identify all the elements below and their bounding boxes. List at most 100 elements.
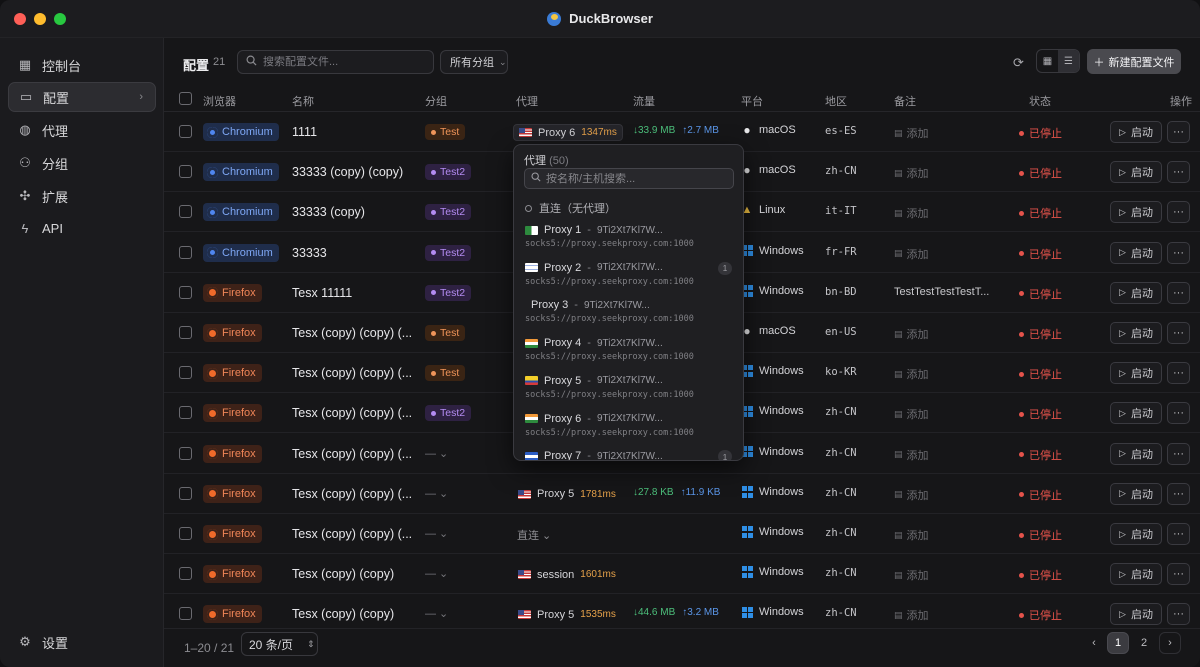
group-badge[interactable]: Test2 — [425, 284, 472, 301]
note-cell[interactable]: ▤ 添加 — [894, 487, 929, 503]
note-cell[interactable]: ▤ 添加 — [894, 567, 929, 583]
launch-button[interactable]: ▷ 启动 — [1110, 161, 1162, 184]
next-page-button[interactable]: › — [1159, 632, 1181, 654]
launch-button[interactable]: ▷ 启动 — [1110, 121, 1162, 143]
search-input[interactable] — [263, 56, 423, 68]
proxy-select[interactable]: Proxy 6 1347ms — [513, 124, 623, 141]
close-window-button[interactable] — [14, 13, 26, 25]
proxy-option[interactable]: Proxy 3-9Ti2Xt7Kl7W... socks5://proxy.see… — [514, 299, 743, 336]
sidebar-item-5[interactable]: ϟ API — [8, 213, 156, 243]
more-actions-button[interactable]: ··· — [1167, 201, 1190, 224]
launch-button[interactable]: ▷ 启动 — [1110, 362, 1162, 385]
row-checkbox[interactable] — [179, 205, 192, 219]
sidebar-item-settings[interactable]: ⚙ 设置 — [8, 627, 156, 657]
row-checkbox[interactable] — [179, 326, 192, 339]
row-checkbox[interactable] — [179, 486, 192, 500]
proxy-option[interactable]: Proxy 7-9Ti2Xt7Kl7W... 1 — [514, 450, 743, 460]
more-actions-button[interactable]: ··· — [1167, 322, 1190, 344]
page-2-button[interactable]: 2 — [1133, 632, 1155, 654]
group-badge[interactable]: Test2 — [425, 204, 472, 221]
row-checkbox[interactable] — [179, 165, 192, 179]
launch-button[interactable]: ▷ 启动 — [1110, 442, 1162, 465]
group-select[interactable]: — ⌄ — [425, 607, 448, 620]
more-actions-button[interactable]: ··· — [1167, 121, 1190, 143]
note-cell[interactable]: ▤ 添加 — [894, 527, 929, 543]
proxy-select[interactable]: Proxy 5 1535ms — [513, 606, 621, 623]
group-filter-select[interactable]: 所有分组 ⌄ — [440, 50, 508, 74]
note-cell[interactable]: ▤ 添加 — [894, 205, 929, 221]
new-profile-button[interactable]: ＋ 新建配置文件 — [1087, 49, 1181, 74]
proxy-select[interactable]: 直连 ⌄ — [517, 527, 551, 543]
note-cell[interactable]: ▤ 添加 — [894, 125, 929, 141]
proxy-option[interactable]: Proxy 5-9Ti2Xt7Kl7W... socks5://proxy.see… — [514, 375, 743, 412]
group-badge[interactable]: Test2 — [425, 405, 472, 422]
note-cell[interactable]: ▤ 添加 — [894, 165, 929, 181]
list-view-icon[interactable]: ☰ — [1058, 50, 1079, 72]
more-actions-button[interactable]: ··· — [1167, 402, 1190, 425]
note-cell[interactable]: ▤ 添加 — [894, 326, 929, 342]
launch-button[interactable]: ▷ 启动 — [1110, 201, 1162, 224]
row-checkbox[interactable] — [179, 527, 192, 540]
grid-view-icon[interactable]: ▦ — [1037, 50, 1058, 72]
note-cell[interactable]: ▤ 添加 — [894, 246, 929, 262]
group-badge[interactable]: Test — [425, 365, 466, 382]
row-checkbox[interactable] — [179, 125, 192, 138]
sidebar-item-0[interactable]: ▦ 控制台 — [8, 50, 156, 80]
more-actions-button[interactable]: ··· — [1167, 362, 1190, 385]
launch-button[interactable]: ▷ 启动 — [1110, 281, 1162, 304]
proxy-option[interactable]: Proxy 2-9Ti2Xt7Kl7W... socks5://proxy.see… — [514, 261, 743, 299]
row-checkbox[interactable] — [179, 607, 192, 621]
more-actions-button[interactable]: ··· — [1167, 281, 1190, 304]
row-checkbox[interactable] — [179, 567, 192, 581]
launch-button[interactable]: ▷ 启动 — [1110, 523, 1162, 545]
proxy-select[interactable]: session 1601ms — [513, 566, 621, 583]
sidebar-item-3[interactable]: ⚇ 分组 — [8, 148, 156, 178]
zoom-window-button[interactable] — [54, 13, 66, 25]
sidebar-item-2[interactable]: ◍ 代理 — [8, 115, 156, 145]
more-actions-button[interactable]: ··· — [1167, 241, 1190, 264]
proxy-option[interactable]: Proxy 1-9Ti2Xt7Kl7W... socks5://proxy.see… — [514, 224, 743, 261]
page-size-select[interactable]: 20 条/页 ⇕ — [241, 632, 318, 656]
sidebar-item-4[interactable]: ✣ 扩展 — [8, 181, 156, 211]
group-select[interactable]: — ⌄ — [425, 527, 448, 540]
launch-button[interactable]: ▷ 启动 — [1110, 241, 1162, 264]
more-actions-button[interactable]: ··· — [1167, 563, 1190, 586]
more-actions-button[interactable]: ··· — [1167, 603, 1190, 626]
note-cell[interactable]: ▤ 添加 — [894, 406, 929, 422]
group-badge[interactable]: Test2 — [425, 244, 472, 261]
row-checkbox[interactable] — [179, 245, 192, 259]
group-select[interactable]: — ⌄ — [425, 487, 448, 500]
group-badge[interactable]: Test — [425, 124, 466, 140]
note-cell[interactable]: ▤ 添加 — [894, 607, 929, 623]
launch-button[interactable]: ▷ 启动 — [1110, 563, 1162, 586]
launch-button[interactable]: ▷ 启动 — [1110, 402, 1162, 425]
minimize-window-button[interactable] — [34, 13, 46, 25]
note-cell[interactable]: ▤ 添加 — [894, 366, 929, 382]
page-1-button[interactable]: 1 — [1107, 632, 1129, 654]
row-checkbox[interactable] — [179, 446, 192, 460]
prev-page-button[interactable]: ‹ — [1083, 632, 1105, 654]
proxy-search[interactable] — [524, 168, 734, 189]
more-actions-button[interactable]: ··· — [1167, 161, 1190, 184]
profile-search[interactable] — [237, 50, 434, 74]
note-cell[interactable]: ▤ 添加 — [894, 447, 929, 463]
proxy-option[interactable]: Proxy 4-9Ti2Xt7Kl7W... socks5://proxy.see… — [514, 337, 743, 374]
proxy-select[interactable]: Proxy 5 1781ms — [513, 486, 621, 503]
group-select[interactable]: — ⌄ — [425, 567, 448, 580]
launch-button[interactable]: ▷ 启动 — [1110, 322, 1162, 344]
note-cell[interactable]: TestTestTestTestT... — [894, 286, 989, 298]
refresh-icon[interactable]: ⟳ — [1013, 55, 1024, 71]
group-select[interactable]: — ⌄ — [425, 447, 448, 460]
launch-button[interactable]: ▷ 启动 — [1110, 482, 1162, 505]
group-badge[interactable]: Test — [425, 325, 466, 341]
launch-button[interactable]: ▷ 启动 — [1110, 603, 1162, 626]
select-all-checkbox[interactable] — [179, 92, 192, 105]
group-badge[interactable]: Test2 — [425, 164, 472, 181]
row-checkbox[interactable] — [179, 285, 192, 299]
sidebar-item-1[interactable]: ▭ 配置 › — [8, 82, 156, 112]
proxy-search-input[interactable] — [546, 172, 726, 185]
more-actions-button[interactable]: ··· — [1167, 442, 1190, 465]
proxy-option[interactable]: Proxy 6-9Ti2Xt7Kl7W... socks5://proxy.see… — [514, 413, 743, 450]
proxy-option-direct[interactable]: 直连（无代理） — [525, 200, 616, 216]
row-checkbox[interactable] — [179, 366, 192, 380]
